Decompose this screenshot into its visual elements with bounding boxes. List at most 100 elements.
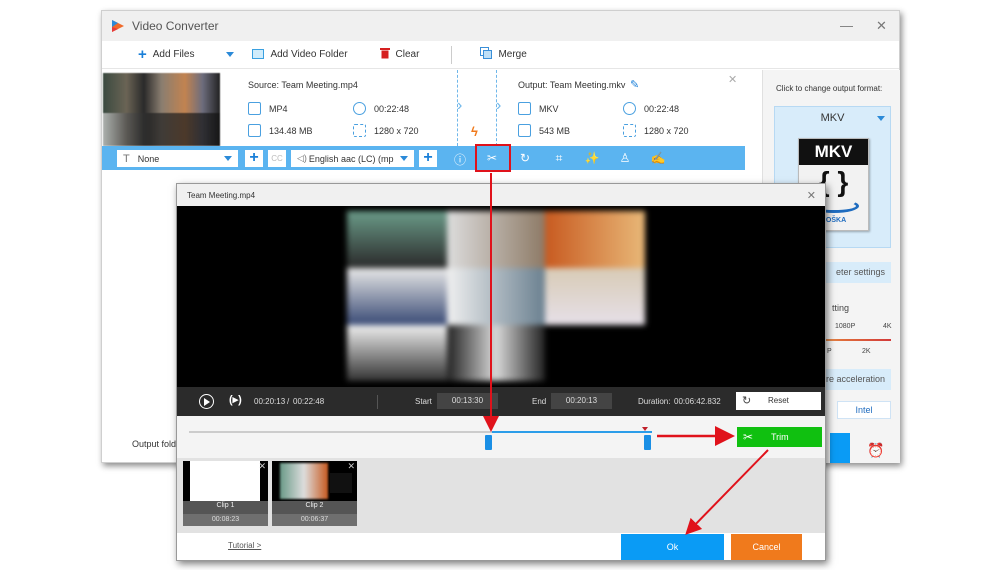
add-video-folder-label: Add Video Folder bbox=[270, 49, 348, 60]
subtitle-select[interactable]: T None bbox=[117, 150, 238, 167]
clip-item[interactable]: ✕ Clip 2 00:06:37 bbox=[272, 461, 357, 526]
merge-icon bbox=[480, 47, 493, 62]
app-logo-icon bbox=[110, 18, 126, 34]
minimize-button[interactable]: — bbox=[829, 18, 864, 34]
cancel-button[interactable]: Cancel bbox=[731, 534, 802, 560]
edit-name-icon[interactable]: ✎ bbox=[630, 78, 639, 91]
tutorial-link[interactable]: Tutorial > bbox=[228, 541, 261, 550]
dialog-close-button[interactable]: ✕ bbox=[807, 189, 816, 202]
video-preview[interactable] bbox=[177, 206, 825, 387]
add-video-folder-button[interactable]: Add Video Folder bbox=[252, 47, 348, 62]
crop-icon[interactable]: ⌗ bbox=[551, 151, 567, 166]
start-handle[interactable] bbox=[485, 435, 492, 450]
clip-item[interactable]: ✕ Clip 1 00:08:23 bbox=[183, 461, 268, 526]
resolution-icon bbox=[353, 124, 366, 137]
trim-highlight-annotation bbox=[475, 144, 511, 172]
info-icon[interactable]: ⓘ bbox=[452, 151, 468, 168]
end-time-input[interactable]: 00:20:13 bbox=[551, 393, 612, 409]
edit-subtitle-icon[interactable]: ✍ bbox=[650, 151, 666, 165]
output-resolution: 1280 x 720 bbox=[623, 124, 689, 137]
source-format: MP4 bbox=[248, 102, 288, 115]
add-files-label: Add Files bbox=[152, 49, 195, 60]
output-title: Output: Team Meeting.mkv bbox=[518, 80, 626, 90]
merge-button[interactable]: Merge bbox=[480, 47, 527, 62]
chevron-right-icon: › bbox=[457, 97, 463, 114]
toolbar: + Add Files Add Video Folder Clear Merge bbox=[102, 41, 899, 69]
effects-icon[interactable]: ✨ bbox=[584, 151, 600, 165]
watermark-icon[interactable]: ♙ bbox=[617, 151, 633, 165]
caret-down-icon bbox=[877, 116, 885, 121]
toolbar-divider bbox=[451, 45, 453, 64]
reset-icon: ↻ bbox=[742, 395, 752, 407]
file-item: Source: Team Meeting.mp4 MP4 00:22:48 13… bbox=[102, 70, 745, 172]
clock-icon bbox=[353, 102, 366, 115]
format-name: MKV bbox=[820, 112, 845, 124]
trim-button[interactable]: ✂ Trim bbox=[737, 427, 822, 447]
add-files-button[interactable]: + Add Files bbox=[138, 46, 194, 63]
current-time: 00:20:13 bbox=[254, 397, 286, 406]
trash-icon bbox=[379, 47, 390, 62]
app-title: Video Converter bbox=[132, 19, 219, 33]
trim-dialog: Team Meeting.mp4 ✕ (▸) 00:20:13 / 00:22:… bbox=[176, 183, 826, 561]
source-resolution: 1280 x 720 bbox=[353, 124, 419, 137]
quality-setting-label: tting bbox=[832, 303, 850, 313]
clips-list: ✕ Clip 1 00:08:23 ✕ Clip 2 00:06:37 bbox=[177, 458, 825, 533]
clip-thumbnail bbox=[183, 461, 268, 501]
scissors-icon: ✂ bbox=[743, 430, 754, 444]
video-file-icon bbox=[248, 102, 261, 115]
add-subtitle-button[interactable]: + bbox=[245, 150, 263, 167]
start-time-input[interactable]: 00:13:30 bbox=[437, 393, 498, 409]
close-button[interactable]: ✕ bbox=[864, 18, 899, 34]
output-folder-label: Output folde bbox=[132, 439, 182, 449]
selected-range bbox=[492, 431, 652, 433]
remove-clip-icon[interactable]: ✕ bbox=[347, 461, 355, 472]
remove-clip-icon[interactable]: ✕ bbox=[258, 461, 266, 472]
speaker-icon: ◁) bbox=[297, 153, 307, 163]
run-button[interactable] bbox=[830, 433, 850, 463]
alarm-clock-icon[interactable]: ⏰ bbox=[867, 442, 884, 459]
remove-item-icon[interactable]: ✕ bbox=[728, 73, 737, 86]
folder-icon bbox=[248, 124, 261, 137]
end-handle[interactable] bbox=[644, 435, 651, 450]
res-label-p: P bbox=[827, 348, 832, 355]
source-title: Source: Team Meeting.mp4 bbox=[248, 80, 358, 90]
video-file-icon bbox=[518, 102, 531, 115]
duration-value: 00:06:42.832 bbox=[674, 397, 721, 406]
end-label: End bbox=[532, 397, 547, 406]
res-label-1080p: 1080P bbox=[835, 323, 856, 330]
clip-thumbnail bbox=[272, 461, 357, 501]
step-forward-button[interactable]: (▸) bbox=[229, 393, 242, 406]
rotate-icon[interactable]: ↻ bbox=[517, 151, 533, 165]
res-label-4k: 4K bbox=[883, 323, 892, 330]
output-size: 543 MB bbox=[518, 124, 570, 137]
ok-button[interactable]: Ok bbox=[621, 534, 724, 560]
source-duration: 00:22:48 bbox=[353, 102, 409, 115]
caret-down-icon bbox=[224, 156, 232, 161]
audio-track-select[interactable]: ◁) English aac (LC) (mp bbox=[291, 150, 414, 167]
playhead-marker[interactable] bbox=[642, 427, 648, 431]
add-audio-button[interactable]: + bbox=[419, 150, 437, 167]
start-label: Start bbox=[415, 397, 432, 406]
video-thumbnail[interactable] bbox=[103, 73, 220, 146]
text-icon: T bbox=[123, 152, 130, 165]
source-size: 134.48 MB bbox=[248, 124, 313, 137]
output-duration: 00:22:48 bbox=[623, 102, 679, 115]
merge-label: Merge bbox=[498, 49, 527, 60]
add-files-dropdown[interactable] bbox=[226, 52, 235, 57]
caret-down-icon bbox=[226, 52, 235, 57]
duration-label: Duration: bbox=[638, 397, 671, 406]
divider bbox=[377, 395, 378, 409]
folder-icon bbox=[252, 47, 265, 62]
play-button[interactable] bbox=[199, 394, 214, 409]
reset-button[interactable]: ↻ Reset bbox=[736, 392, 821, 410]
resolution-icon bbox=[623, 124, 636, 137]
total-time: 00:22:48 bbox=[293, 397, 325, 406]
folder-icon bbox=[518, 124, 531, 137]
intel-button[interactable]: Intel bbox=[837, 401, 891, 419]
clear-button[interactable]: Clear bbox=[379, 47, 419, 62]
dialog-title-bar: Team Meeting.mp4 ✕ bbox=[177, 184, 825, 206]
video-frame bbox=[347, 211, 645, 381]
clock-icon bbox=[623, 102, 636, 115]
cc-button[interactable]: CC bbox=[268, 150, 286, 167]
trim-timeline[interactable]: ✂ Trim bbox=[177, 416, 825, 458]
